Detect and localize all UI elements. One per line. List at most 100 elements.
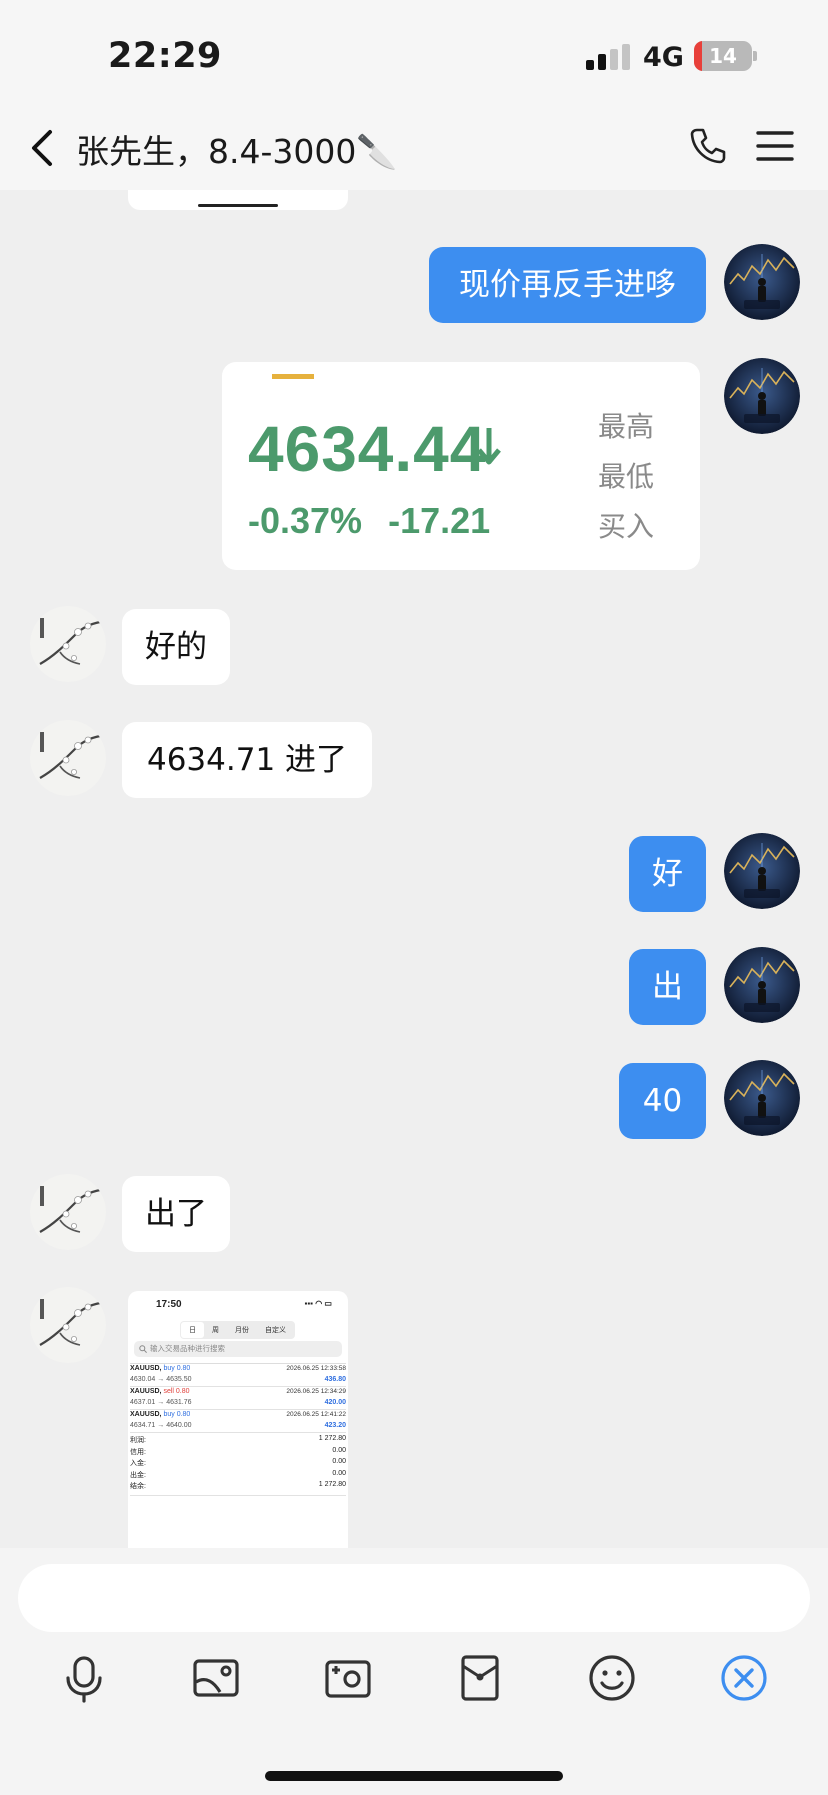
contact-avatar[interactable] bbox=[30, 606, 106, 682]
chat-message-list[interactable]: 现价再反手进哆 4634.44 -0.37% -17.21 最高 最低 买入 好的… bbox=[0, 190, 828, 1548]
summary-label: 入金: bbox=[130, 1460, 146, 1467]
summary-row: 出金: 0.00 bbox=[130, 1470, 346, 1482]
quote-label-buy: 买入 bbox=[598, 510, 655, 543]
battery-percent: 14 bbox=[709, 44, 737, 68]
contact-avatar[interactable] bbox=[30, 1287, 106, 1363]
back-chevron-icon[interactable] bbox=[26, 126, 60, 170]
chat-title: 张先生，8.4-3000🔪 bbox=[76, 132, 398, 171]
status-bar: 22:29 4G 14 bbox=[0, 0, 828, 110]
chat-header: 张先生，8.4-3000🔪 bbox=[0, 110, 828, 190]
my-avatar[interactable] bbox=[724, 358, 800, 434]
quote-changes: -0.37% -17.21 bbox=[248, 500, 490, 542]
quote-change-absolute: -17.21 bbox=[388, 500, 491, 541]
message-bubble[interactable]: 好 bbox=[629, 836, 706, 912]
summary-row: 入金: 0.00 bbox=[130, 1458, 346, 1470]
trade-date: 2026.06.25 12:33:58 bbox=[286, 1365, 346, 1372]
screenshot-search-field: 输入交易品种进行搜索 bbox=[134, 1341, 342, 1357]
previous-image-thumbnail[interactable] bbox=[128, 190, 348, 210]
signal-icon bbox=[586, 44, 630, 70]
summary-value: 0.00 bbox=[332, 1446, 346, 1454]
trade-row: XAUUSD, buy 0.80 4630.04 → 4635.50 2026.… bbox=[130, 1364, 346, 1387]
network-type: 4G bbox=[643, 42, 684, 73]
trade-symbol: XAUUSD, bbox=[130, 1365, 162, 1372]
message-bubble[interactable]: 40 bbox=[619, 1063, 706, 1139]
emoji-button[interactable] bbox=[586, 1652, 638, 1704]
camera-icon bbox=[325, 1660, 371, 1698]
summary-row: 信用: 0.00 bbox=[130, 1447, 346, 1459]
trade-date: 2026.06.25 12:41:22 bbox=[286, 1411, 346, 1418]
microphone-icon bbox=[66, 1656, 102, 1703]
screenshot-tab-day: 日 bbox=[181, 1322, 204, 1338]
emoji-icon bbox=[589, 1655, 635, 1701]
trade-row: XAUUSD, sell 0.80 4637.01 → 4631.76 2026… bbox=[130, 1387, 346, 1410]
close-panel-button[interactable] bbox=[718, 1652, 770, 1704]
quote-change-percent: -0.37% bbox=[248, 500, 363, 541]
screenshot-period-tabs: 日 周 月份 自定义 bbox=[180, 1321, 295, 1339]
home-indicator bbox=[265, 1771, 563, 1781]
screenshot-search-placeholder: 输入交易品种进行搜索 bbox=[150, 1344, 225, 1353]
message-bubble[interactable]: 4634.71 进了 bbox=[122, 722, 372, 798]
trade-symbol: XAUUSD, bbox=[130, 1388, 162, 1395]
trade-profit: 436.80 bbox=[324, 1376, 346, 1383]
message-bubble[interactable]: 现价再反手进哆 bbox=[429, 247, 706, 323]
quote-price: 4634.44 bbox=[248, 413, 487, 485]
screenshot-tab-custom: 自定义 bbox=[265, 1327, 286, 1334]
close-circle-icon bbox=[721, 1655, 767, 1701]
screenshot-tab-month: 月份 bbox=[235, 1327, 249, 1334]
trade-row: XAUUSD, buy 0.80 4634.71 → 4640.00 2026.… bbox=[130, 1410, 346, 1433]
screenshot-time: 17:50 bbox=[156, 1299, 182, 1310]
trade-side: buy 0.80 bbox=[163, 1365, 191, 1372]
quote-accent-bar bbox=[272, 374, 314, 379]
trade-symbol: XAUUSD, bbox=[130, 1411, 162, 1418]
quote-card-image[interactable]: 4634.44 -0.37% -17.21 最高 最低 买入 bbox=[222, 362, 700, 570]
trade-prices: 4634.71 → 4640.00 bbox=[130, 1422, 192, 1429]
battery-icon: 14 bbox=[694, 41, 752, 71]
summary-label: 信用: bbox=[130, 1448, 146, 1456]
trade-profit: 423.20 bbox=[324, 1422, 346, 1429]
trade-profit: 420.00 bbox=[324, 1399, 346, 1406]
trade-prices: 4637.01 → 4631.76 bbox=[130, 1399, 192, 1406]
search-icon bbox=[139, 1345, 147, 1353]
summary-row: 利润: 1 272.80 bbox=[130, 1435, 346, 1447]
my-avatar[interactable] bbox=[724, 833, 800, 909]
quote-label-high: 最高 bbox=[598, 410, 655, 443]
summary-row: 结余: 1 272.80 bbox=[130, 1481, 346, 1493]
voice-button[interactable] bbox=[58, 1652, 110, 1704]
battery-cap bbox=[753, 51, 757, 61]
summary-value: 0.00 bbox=[332, 1458, 346, 1465]
screenshot-image[interactable]: 17:50 ▪▪▪ ◠ ▭ 日 周 月份 自定义 输入交易品种进行搜索 XAUU… bbox=[128, 1291, 348, 1548]
quote-labels: 最高 最低 买入 bbox=[598, 402, 654, 552]
trade-side: sell 0.80 bbox=[163, 1388, 190, 1395]
screenshot-tab-week: 周 bbox=[212, 1327, 219, 1334]
message-bubble[interactable]: 出了 bbox=[122, 1176, 230, 1252]
summary-label: 利润: bbox=[130, 1437, 146, 1444]
screenshot-summary: 利润: 1 272.80 信用: 0.00 入金: 0.00 出金: 0.00 结余: 1… bbox=[130, 1435, 346, 1496]
down-arrow-icon bbox=[477, 428, 501, 465]
image-icon bbox=[193, 1659, 239, 1697]
trade-prices: 4630.04 → 4635.50 bbox=[130, 1376, 192, 1383]
contact-avatar[interactable] bbox=[30, 1174, 106, 1250]
red-packet-button[interactable] bbox=[454, 1652, 506, 1704]
message-bubble[interactable]: 出 bbox=[629, 949, 706, 1025]
phone-call-icon[interactable] bbox=[688, 126, 728, 166]
summary-label: 出金: bbox=[130, 1471, 146, 1479]
my-avatar[interactable] bbox=[724, 947, 800, 1023]
message-bubble[interactable]: 好的 bbox=[122, 609, 230, 685]
red-packet-icon bbox=[461, 1655, 499, 1701]
album-button[interactable] bbox=[190, 1652, 242, 1704]
screenshot-status-icons: ▪▪▪ ◠ ▭ bbox=[304, 1299, 333, 1308]
summary-label: 结余: bbox=[130, 1483, 146, 1490]
summary-value: 0.00 bbox=[332, 1469, 346, 1477]
summary-value: 1 272.80 bbox=[318, 1435, 346, 1442]
my-avatar[interactable] bbox=[724, 244, 800, 320]
contact-avatar[interactable] bbox=[30, 720, 106, 796]
message-input[interactable] bbox=[18, 1564, 810, 1632]
trade-side: buy 0.80 bbox=[163, 1411, 191, 1418]
previous-image-home-bar bbox=[198, 204, 278, 207]
chat-input-area bbox=[0, 1548, 828, 1795]
camera-button[interactable] bbox=[322, 1652, 374, 1704]
my-avatar[interactable] bbox=[724, 1060, 800, 1136]
summary-value: 1 272.80 bbox=[318, 1481, 346, 1488]
menu-icon[interactable] bbox=[756, 128, 794, 164]
trade-date: 2026.06.25 12:34:29 bbox=[286, 1388, 346, 1395]
